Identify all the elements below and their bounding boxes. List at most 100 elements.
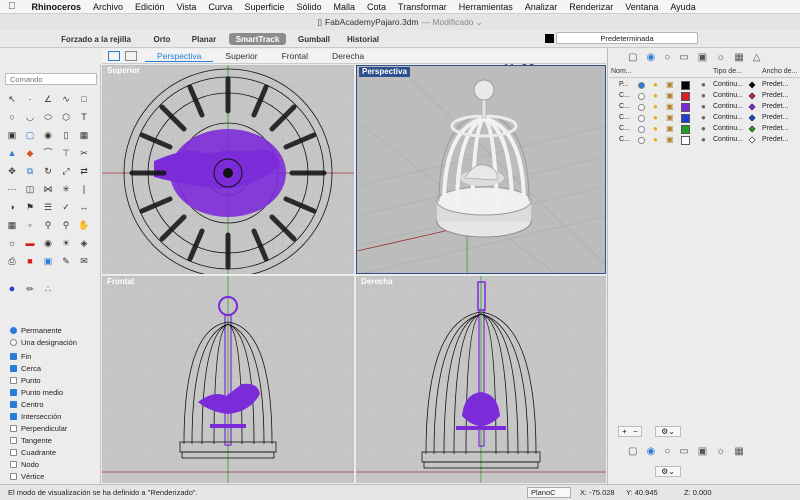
radio-permanent[interactable] — [10, 327, 17, 334]
linetype-icon[interactable]: ● — [701, 102, 706, 111]
grid-icon[interactable]: ▦ — [6, 219, 18, 231]
tab-perspectiva[interactable]: Perspectiva — [145, 51, 214, 62]
viewport-top[interactable]: Superior — [102, 65, 354, 274]
menu-renderizar[interactable]: Renderizar — [563, 2, 619, 12]
layer-icon[interactable]: ☰ — [42, 201, 54, 213]
checkbox[interactable] — [10, 413, 17, 420]
polygon-icon[interactable]: ⬡ — [60, 111, 72, 123]
texture-icon[interactable]: ▣ — [42, 255, 54, 267]
checkbox[interactable] — [10, 437, 17, 444]
four-view-icon[interactable] — [125, 51, 137, 61]
osnap-tangente[interactable]: Tangente — [10, 436, 52, 445]
lightbulb-icon[interactable]: ● — [653, 80, 658, 89]
light-icon[interactable]: ☀ — [60, 237, 72, 249]
grid-snap-toggle[interactable]: Forzado a la rejilla — [60, 33, 132, 45]
menu-app-name[interactable]: Rhinoceros — [26, 2, 88, 12]
material-diamond-icon[interactable]: ◆ — [749, 102, 756, 112]
material-diamond-icon[interactable]: ◆ — [749, 80, 756, 90]
planar-toggle[interactable]: Planar — [190, 33, 218, 45]
layer-color-swatch[interactable] — [681, 125, 690, 134]
camera-icon[interactable]: ▣ — [698, 52, 707, 66]
tab-derecha[interactable]: Derecha — [320, 51, 376, 61]
layers-icon[interactable]: ◉ — [646, 52, 655, 66]
osnap-perpendicular[interactable]: Perpendicular — [10, 424, 67, 433]
globe-icon[interactable]: ● — [6, 283, 18, 295]
color-icon[interactable]: ■ — [24, 255, 36, 267]
checkbox[interactable] — [10, 425, 17, 432]
options-button-lower[interactable]: ⚙⌄ — [655, 466, 681, 477]
osnap-fin[interactable]: Fin — [10, 352, 31, 361]
checkbox[interactable] — [10, 461, 17, 468]
viewport-right[interactable]: Derecha — [356, 276, 606, 483]
single-view-icon[interactable] — [108, 51, 120, 61]
checkbox[interactable] — [10, 401, 17, 408]
osnap-interseccion[interactable]: Intersección — [10, 412, 61, 421]
lock-icon[interactable]: ▣ — [666, 80, 674, 89]
layer-row[interactable]: C... ● ▣ ● Continu... ◆ Predet... — [609, 124, 800, 135]
material-diamond-icon[interactable]: ◆ — [749, 113, 756, 123]
layer-color-swatch[interactable] — [681, 92, 690, 101]
grid-icon[interactable]: ▦ — [734, 446, 743, 460]
gumball-toggle[interactable]: Gumball — [296, 33, 332, 45]
menu-vista[interactable]: Vista — [171, 2, 203, 12]
layer-row[interactable]: C... ● ▣ ● Continu... ◆ Predet... — [609, 135, 800, 146]
pan-icon[interactable]: ✋ — [78, 219, 90, 231]
layer-color-swatch[interactable] — [681, 103, 690, 112]
zoom-icon[interactable]: ⚲ — [60, 219, 72, 231]
offset-icon[interactable]: ⊤ — [60, 147, 72, 159]
command-input[interactable] — [5, 73, 97, 85]
checkbox[interactable] — [10, 473, 17, 480]
car-icon[interactable]: ▬ — [24, 237, 36, 249]
lock-icon[interactable]: ▣ — [666, 91, 674, 100]
layer-current-radio[interactable] — [638, 115, 645, 122]
menu-curva[interactable]: Curva — [202, 2, 238, 12]
linetype-icon[interactable]: ● — [701, 91, 706, 100]
mirror-icon[interactable]: ⇄ — [78, 165, 90, 177]
display-icon[interactable]: ○ — [664, 52, 670, 66]
menu-solido[interactable]: Sólido — [290, 2, 327, 12]
menu-malla[interactable]: Malla — [328, 2, 362, 12]
surface-icon[interactable]: ▣ — [6, 129, 18, 141]
curve-icon[interactable]: ∿ — [60, 93, 72, 105]
menu-herramientas[interactable]: Herramientas — [453, 2, 519, 12]
sun-icon[interactable]: ☼ — [716, 52, 725, 66]
viewport-front[interactable]: Frontal — [102, 276, 354, 483]
curve-tools-icon[interactable]: ✏ — [24, 283, 36, 295]
lightbulb-icon[interactable]: ● — [653, 91, 658, 100]
apple-icon[interactable]:  — [8, 1, 16, 12]
viewport-label[interactable]: Frontal — [104, 277, 137, 287]
fillet-icon[interactable]: ⌒ — [42, 147, 54, 159]
render-icon[interactable]: ☼ — [6, 237, 18, 249]
material-icon[interactable]: ◈ — [78, 237, 90, 249]
column-name[interactable]: Nom... — [611, 68, 632, 75]
cylinder-icon[interactable]: ▯ — [60, 129, 72, 141]
layer-row[interactable]: C... ● ▣ ● Continu... ◆ Predet... — [609, 113, 800, 124]
layer-current-radio[interactable] — [638, 104, 645, 111]
lightbulb-icon[interactable]: ● — [653, 113, 658, 122]
layer-current-radio[interactable] — [638, 93, 645, 100]
box-icon[interactable]: ▢ — [24, 129, 36, 141]
polyline-icon[interactable]: ∠ — [42, 93, 54, 105]
select-arrow-icon[interactable]: ↖ — [6, 93, 18, 105]
menu-analizar[interactable]: Analizar — [519, 2, 564, 12]
copy-icon[interactable]: ⧉ — [24, 165, 36, 177]
history-toggle[interactable]: Historial — [344, 33, 382, 45]
trim-icon[interactable]: ✂ — [78, 147, 90, 159]
checkbox[interactable] — [10, 365, 17, 372]
material-diamond-icon[interactable]: ◆ — [749, 91, 756, 101]
remove-layer-button[interactable]: − — [633, 427, 638, 436]
check-icon[interactable]: ✓ — [60, 201, 72, 213]
layer-color-swatch[interactable] — [681, 136, 690, 145]
dimension-icon[interactable]: ↔ — [78, 201, 90, 213]
osnap-mode-permanent[interactable]: Permanente — [10, 326, 62, 335]
lock-icon[interactable]: ▣ — [666, 124, 674, 133]
layers-icon[interactable]: ◉ — [646, 446, 655, 460]
menu-edicion[interactable]: Edición — [129, 2, 171, 12]
drafting-icon[interactable]: ✎ — [60, 255, 72, 267]
print-icon[interactable]: ⎙ — [6, 255, 18, 267]
annotation-icon[interactable]: ✉ — [78, 255, 90, 267]
menu-cota[interactable]: Cota — [361, 2, 392, 12]
cplane-icon[interactable]: ▫ — [24, 219, 36, 231]
boolean-icon[interactable]: ◆ — [24, 147, 36, 159]
checkbox[interactable] — [10, 377, 17, 384]
